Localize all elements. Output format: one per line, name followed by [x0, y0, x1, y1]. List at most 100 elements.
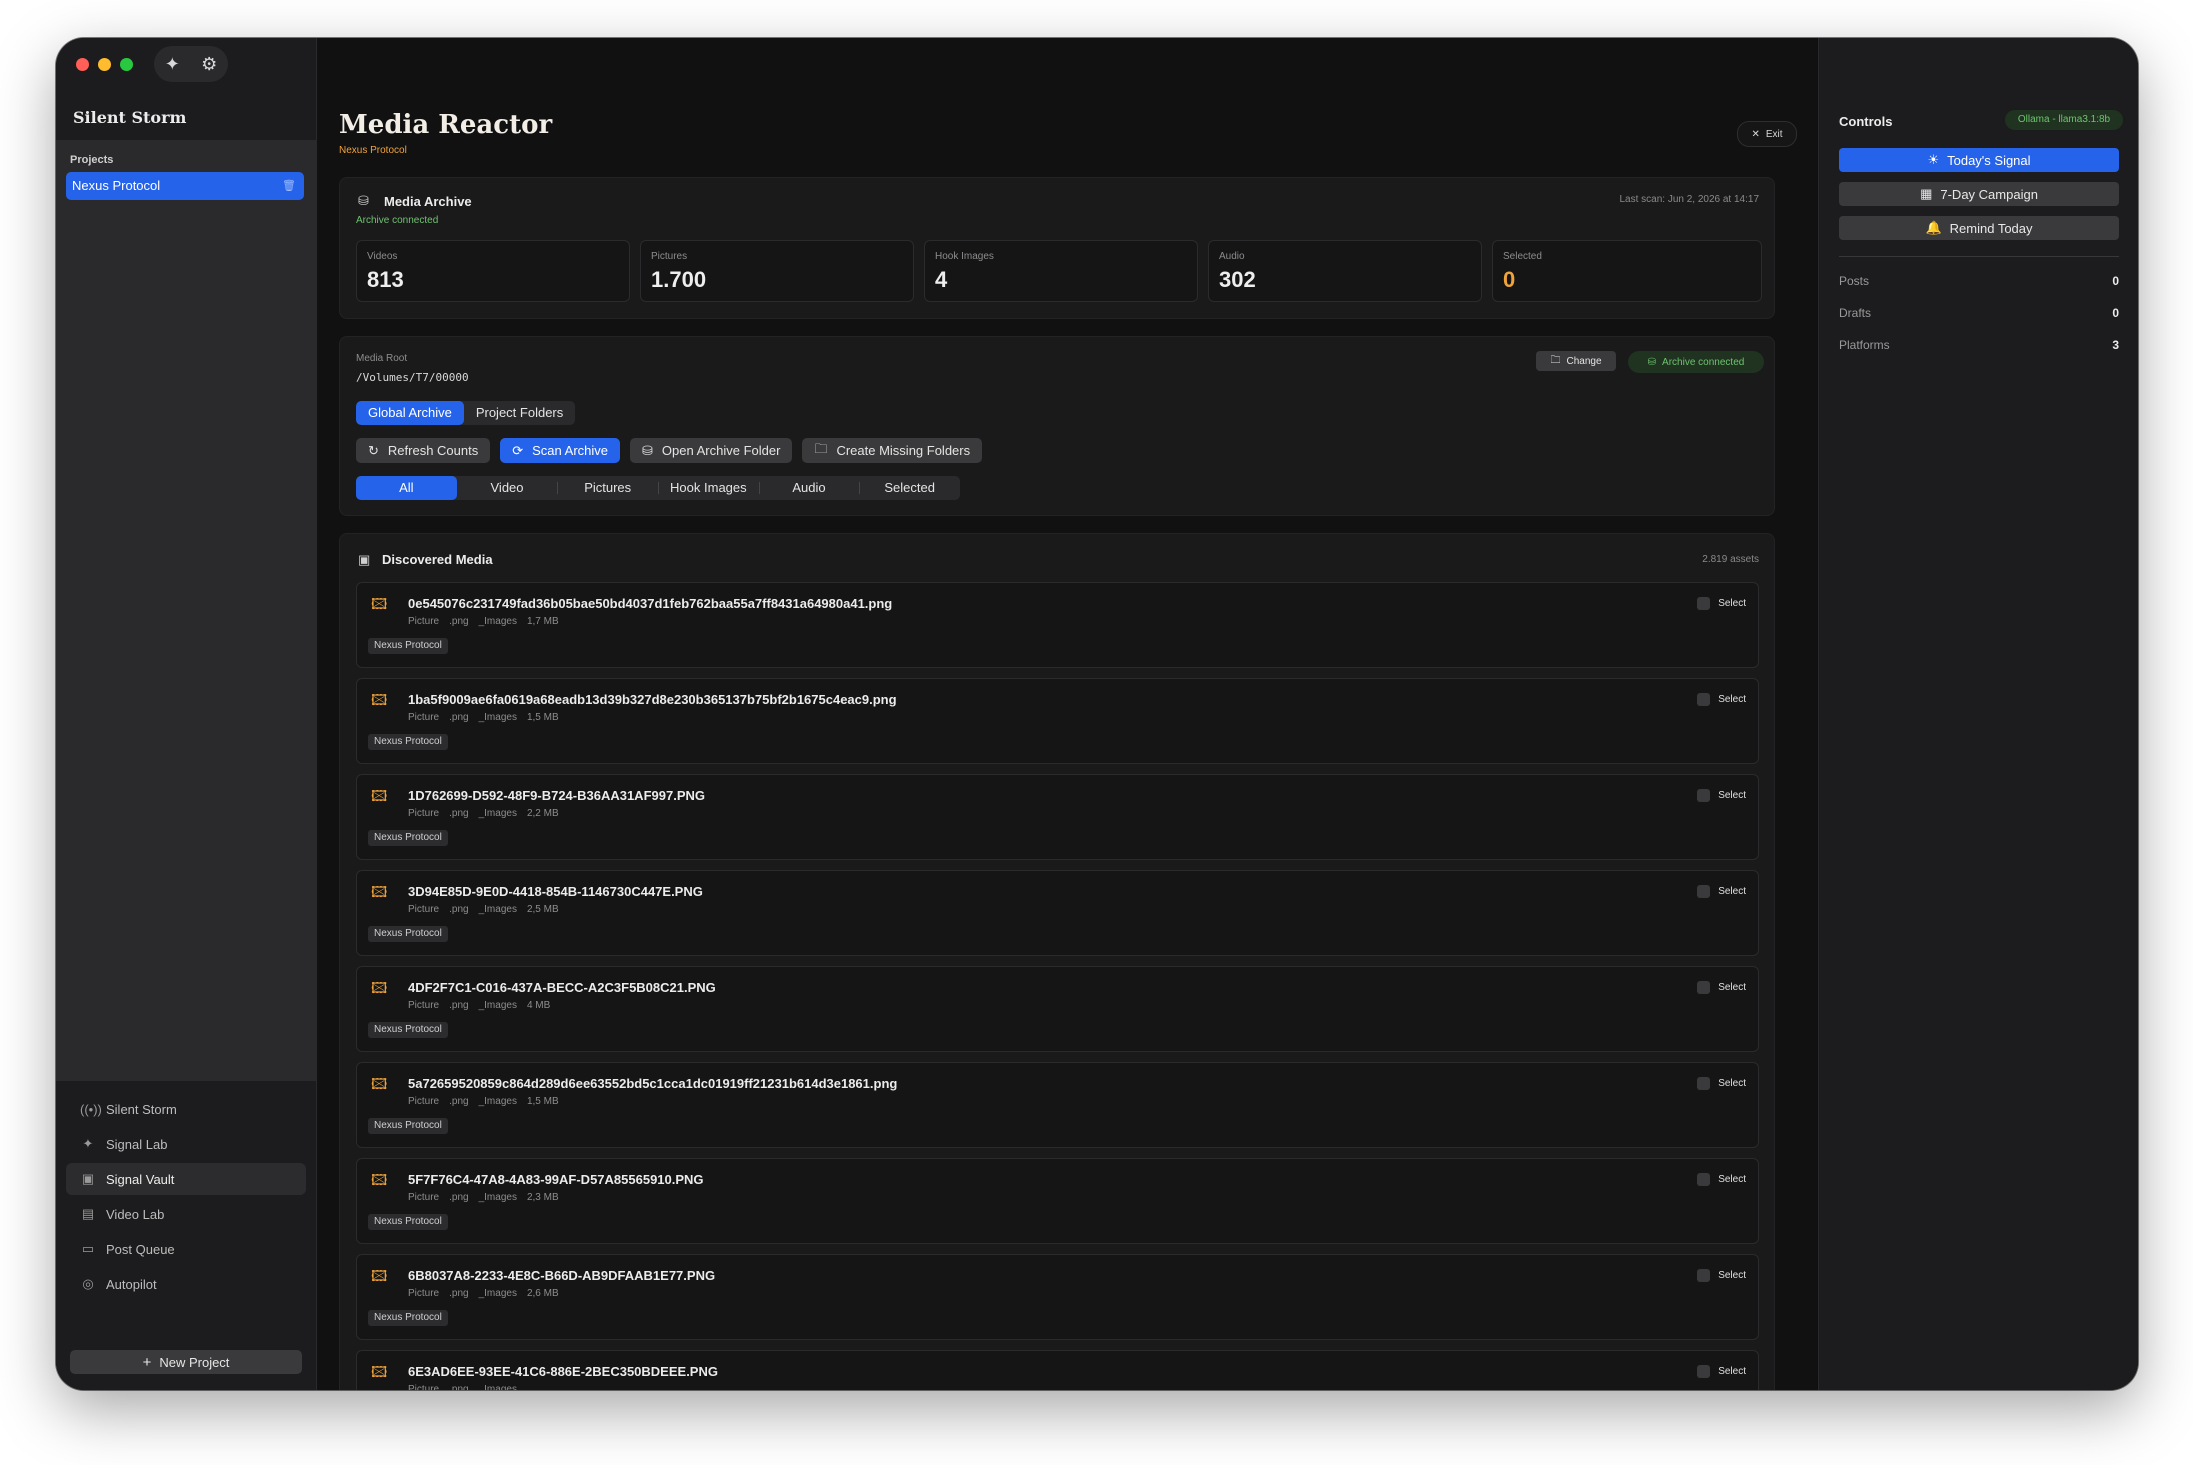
sparkle-icon: ✦ — [82, 1136, 94, 1151]
file-extension: .png — [449, 1000, 469, 1011]
nav-item-signal-vault[interactable]: ▣ Signal Vault — [66, 1163, 306, 1195]
nav-item-silent-storm[interactable]: ((•)) Silent Storm — [66, 1093, 306, 1125]
file-meta: Picture .png _Images 2,5 MB — [408, 904, 569, 915]
stat-label: Platforms — [1839, 338, 1890, 352]
change-button[interactable]: 🗀 Change — [1536, 351, 1616, 371]
projects-label: Projects — [70, 154, 114, 166]
project-tag: Nexus Protocol — [368, 1214, 448, 1230]
project-item-nexus-protocol[interactable]: Nexus Protocol 🗑 — [66, 172, 304, 200]
remind-today-button[interactable]: 🔔 Remind Today — [1839, 216, 2119, 240]
archive-actions: ↻ Refresh Counts ⟳ Scan Archive ⛁ Open A… — [356, 438, 983, 463]
media-row[interactable]: 🖾 4DF2F7C1-C016-437A-BECC-A2C3F5B08C21.PN… — [356, 966, 1759, 1052]
select-checkbox[interactable] — [1697, 1365, 1711, 1378]
gear-icon[interactable]: ⚙ — [201, 54, 217, 75]
tray-icon: ▭ — [81, 1241, 95, 1256]
refresh-counts-button[interactable]: ↻ Refresh Counts — [356, 438, 491, 463]
file-folder: _Images — [478, 1192, 517, 1203]
file-folder: _Images — [478, 904, 517, 915]
filter-pictures[interactable]: Pictures — [557, 476, 658, 500]
media-row[interactable]: 🖾 6E3AD6EE-93EE-41C6-886E-2BEC350BDEEE.PN… — [356, 1350, 1759, 1390]
image-icon: 🖾 — [371, 980, 388, 997]
nav-item-video-lab[interactable]: ▤ Video Lab — [66, 1198, 306, 1230]
file-meta: Picture .png _Images — [408, 1384, 537, 1390]
select-checkbox[interactable] — [1697, 789, 1711, 802]
select-checkbox[interactable] — [1697, 885, 1711, 898]
select-toggle[interactable]: Select — [1697, 789, 1746, 802]
stat-value: 0 — [2112, 306, 2119, 320]
stat-pictures: Pictures 1.700 — [640, 240, 914, 302]
select-toggle[interactable]: Select — [1697, 1269, 1746, 1282]
stat-value: 4 — [935, 267, 948, 292]
media-row[interactable]: 🖾 5F7F76C4-47A8-4A83-99AF-D57A85565910.PN… — [356, 1158, 1759, 1244]
trash-icon[interactable]: 🗑 — [282, 172, 296, 200]
seven-day-campaign-button[interactable]: ▦ 7-Day Campaign — [1839, 182, 2119, 206]
select-label: Select — [1718, 694, 1746, 705]
select-toggle[interactable]: Select — [1697, 981, 1746, 994]
stat-value: 813 — [367, 267, 404, 292]
select-toggle[interactable]: Select — [1697, 1077, 1746, 1090]
nav-label: Signal Lab — [106, 1136, 168, 1152]
tab-project-folders[interactable]: Project Folders — [464, 401, 575, 425]
media-list: 🖾 0e545076c231749fad36b05bae50bd4037d1feb… — [356, 582, 1759, 1390]
select-toggle[interactable]: Select — [1697, 693, 1746, 706]
nav-label: Video Lab — [106, 1206, 165, 1222]
file-extension: .png — [449, 1096, 469, 1107]
filter-all[interactable]: All — [356, 476, 457, 500]
select-checkbox[interactable] — [1697, 597, 1711, 610]
select-toggle[interactable]: Select — [1697, 1173, 1746, 1186]
select-checkbox[interactable] — [1697, 1173, 1711, 1186]
nav-item-autopilot[interactable]: ◎ Autopilot — [66, 1268, 306, 1300]
media-filter-segmented-control: All Video Pictures Hook Images Audio Sel… — [356, 476, 960, 500]
filter-selected[interactable]: Selected — [859, 476, 960, 500]
image-icon: 🖾 — [371, 884, 388, 901]
select-checkbox[interactable] — [1697, 1077, 1711, 1090]
media-row[interactable]: 🖾 6B8037A8-2233-4E8C-B66D-AB9DFAAB1E77.PN… — [356, 1254, 1759, 1340]
media-row[interactable]: 🖾 1D762699-D592-48F9-B724-B36AA31AF997.PN… — [356, 774, 1759, 860]
file-name: 1D762699-D592-48F9-B724-B36AA31AF997.PNG — [408, 788, 705, 803]
filter-audio[interactable]: Audio — [758, 476, 860, 500]
todays-signal-button[interactable]: ☀ Today's Signal — [1839, 148, 2119, 172]
stat-value: 3 — [2112, 338, 2119, 352]
drive-icon: ⛁ — [358, 193, 369, 208]
project-tag: Nexus Protocol — [368, 638, 448, 654]
vault-icon: ▣ — [81, 1171, 95, 1186]
create-missing-folders-button[interactable]: 🗀 Create Missing Folders — [802, 438, 983, 463]
filter-hook-images[interactable]: Hook Images — [658, 476, 759, 500]
new-project-button[interactable]: + New Project — [70, 1350, 302, 1374]
select-checkbox[interactable] — [1697, 981, 1711, 994]
stat-value: 0 — [2112, 274, 2119, 288]
select-checkbox[interactable] — [1697, 1269, 1711, 1282]
file-kind: Picture — [408, 1288, 440, 1299]
zoom-window-button[interactable] — [120, 58, 133, 71]
project-tag: Nexus Protocol — [368, 734, 448, 750]
file-name: 3D94E85D-9E0D-4418-854B-1146730C447E.PNG — [408, 884, 703, 899]
nav-item-post-queue[interactable]: ▭ Post Queue — [66, 1233, 306, 1265]
file-size: 2,3 MB — [526, 1192, 559, 1203]
stat-label: Posts — [1839, 274, 1870, 288]
file-name: 5a72659520859c864d289d6ee63552bd5c1cca1d… — [408, 1076, 898, 1091]
select-toggle[interactable]: Select — [1697, 597, 1746, 610]
media-row[interactable]: 🖾 3D94E85D-9E0D-4418-854B-1146730C447E.PN… — [356, 870, 1759, 956]
select-checkbox[interactable] — [1697, 693, 1711, 706]
app-window: ✦ ⚙ Silent Storm Projects Nexus Protocol… — [56, 38, 2138, 1390]
media-row[interactable]: 🖾 0e545076c231749fad36b05bae50bd4037d1feb… — [356, 582, 1759, 668]
exit-button[interactable]: ✕ Exit — [1737, 121, 1797, 147]
close-window-button[interactable] — [76, 58, 89, 71]
select-toggle[interactable]: Select — [1697, 1365, 1746, 1378]
folder-plus-icon: 🗀 — [814, 440, 828, 456]
sparkle-icon[interactable]: ✦ — [165, 54, 180, 75]
scan-archive-button[interactable]: ⟳ Scan Archive — [500, 438, 621, 463]
project-tag: Nexus Protocol — [368, 926, 448, 942]
media-row[interactable]: 🖾 5a72659520859c864d289d6ee63552bd5c1cca1… — [356, 1062, 1759, 1148]
stat-label: Pictures — [651, 251, 688, 262]
file-name: 5F7F76C4-47A8-4A83-99AF-D57A85565910.PNG — [408, 1172, 704, 1187]
minimize-window-button[interactable] — [98, 58, 111, 71]
file-kind: Picture — [408, 1192, 440, 1203]
tab-global-archive[interactable]: Global Archive — [356, 401, 464, 425]
media-row[interactable]: 🖾 1ba5f9009ae6fa0619a68eadb13d39b327d8e23… — [356, 678, 1759, 764]
open-archive-folder-button[interactable]: ⛁ Open Archive Folder — [630, 438, 793, 463]
nav-item-signal-lab[interactable]: ✦ Signal Lab — [66, 1128, 306, 1160]
select-toggle[interactable]: Select — [1697, 885, 1746, 898]
project-tag: Nexus Protocol — [368, 1118, 448, 1134]
filter-video[interactable]: Video — [457, 476, 558, 500]
